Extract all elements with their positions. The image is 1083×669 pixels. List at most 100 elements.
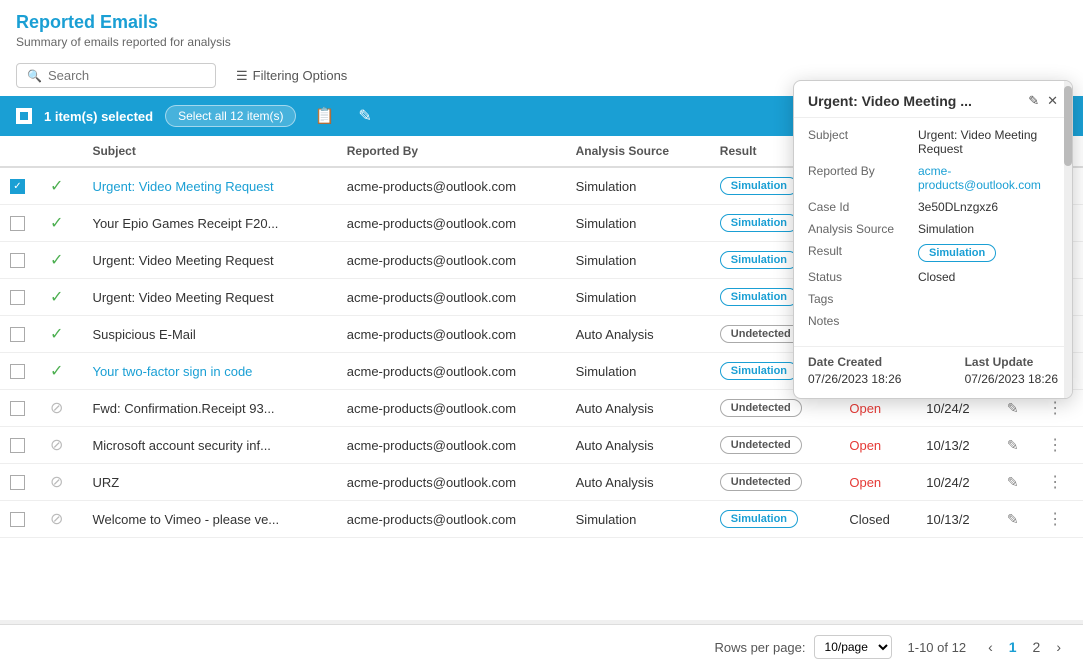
detail-case-id-label: Case Id (808, 200, 918, 214)
status-text: Open (849, 438, 881, 453)
prev-page-button[interactable]: ‹ (982, 637, 999, 657)
row-checkbox-cell[interactable] (0, 427, 40, 464)
row-checkbox[interactable] (10, 438, 25, 453)
row-checkbox-cell[interactable] (0, 353, 40, 390)
row-edit-icon[interactable]: ✎ (1007, 474, 1019, 490)
row-verified-cell: ⊘ (40, 390, 82, 427)
row-checkbox[interactable] (10, 327, 25, 342)
row-checkbox-cell[interactable] (0, 390, 40, 427)
detail-tags-label: Tags (808, 292, 918, 306)
detail-edit-icon[interactable]: ✎ (1028, 93, 1039, 109)
row-source-cell: Simulation (566, 279, 710, 316)
row-checkbox[interactable] (10, 364, 25, 379)
copy-icon[interactable]: 📋 (308, 104, 340, 128)
row-checkbox-cell[interactable] (0, 316, 40, 353)
table-row: ⊘Microsoft account security inf...acme-p… (0, 427, 1083, 464)
row-reported-by-cell: acme-products@outlook.com (337, 316, 566, 353)
verified-checkmark-icon: ✓ (50, 363, 63, 380)
row-checkbox-cell[interactable] (0, 464, 40, 501)
row-source-cell: Simulation (566, 167, 710, 205)
row-source-cell: Auto Analysis (566, 390, 710, 427)
row-source-cell: Auto Analysis (566, 464, 710, 501)
unverified-icon: ⊘ (50, 511, 63, 528)
status-text: Open (849, 475, 881, 490)
subject-link[interactable]: Urgent: Video Meeting Request (92, 179, 273, 194)
rows-per-page-select[interactable]: 10/page 25/page 50/page (814, 635, 892, 659)
verified-checkmark-icon: ✓ (50, 252, 63, 269)
row-result-cell: Simulation (710, 501, 840, 538)
row-verified-cell: ✓ (40, 316, 82, 353)
unverified-icon: ⊘ (50, 400, 63, 417)
row-subject-cell[interactable]: Urgent: Video Meeting Request (82, 167, 336, 205)
row-reported-by-cell: acme-products@outlook.com (337, 279, 566, 316)
search-box[interactable]: 🔍 (16, 63, 216, 88)
detail-scrollbar-thumb[interactable] (1064, 86, 1072, 166)
subject-link[interactable]: Your two-factor sign in code (92, 364, 252, 379)
result-badge: Undetected (720, 325, 802, 343)
row-more-icon[interactable]: ⋮ (1047, 511, 1063, 528)
detail-date-created-value: 07/26/2023 18:26 (808, 372, 901, 386)
filter-button[interactable]: ☰ Filtering Options (228, 64, 355, 88)
row-subject-cell[interactable]: Your two-factor sign in code (82, 353, 336, 390)
detail-dates: Date Created 07/26/2023 18:26 Last Updat… (808, 355, 1058, 386)
filter-icon: ☰ (236, 68, 248, 84)
row-checkbox-cell[interactable] (0, 279, 40, 316)
row-checkbox[interactable] (10, 475, 25, 490)
row-more-icon[interactable]: ⋮ (1047, 474, 1063, 491)
row-edit-icon[interactable]: ✎ (1007, 437, 1019, 453)
row-edit-cell[interactable]: ✎ (997, 427, 1037, 464)
row-status-cell: Open (839, 427, 916, 464)
select-all-button[interactable]: Select all 12 item(s) (165, 105, 296, 127)
row-reported-by-cell: acme-products@outlook.com (337, 242, 566, 279)
row-verified-cell: ✓ (40, 353, 82, 390)
row-checkbox[interactable] (10, 290, 25, 305)
row-edit-icon[interactable]: ✎ (1007, 400, 1019, 416)
detail-subject-row: Subject Urgent: Video Meeting Request (808, 128, 1058, 156)
select-all-checkbox[interactable] (16, 108, 32, 124)
detail-last-update-value: 07/26/2023 18:26 (965, 372, 1058, 386)
row-checkbox-cell[interactable] (0, 501, 40, 538)
row-checkbox[interactable] (10, 512, 25, 527)
row-reported-by-cell: acme-products@outlook.com (337, 205, 566, 242)
detail-status-row: Status Closed (808, 270, 1058, 284)
row-reported-by-cell: acme-products@outlook.com (337, 353, 566, 390)
unverified-icon: ⊘ (50, 437, 63, 454)
row-checkbox[interactable] (10, 401, 25, 416)
detail-scrollbar[interactable] (1064, 81, 1072, 398)
row-date-cell: 10/13/2 (916, 501, 997, 538)
row-source-cell: Simulation (566, 242, 710, 279)
next-page-button[interactable]: › (1050, 637, 1067, 657)
row-more-icon[interactable]: ⋮ (1047, 400, 1063, 417)
detail-result-row: Result Simulation (808, 244, 1058, 262)
row-edit-cell[interactable]: ✎ (997, 464, 1037, 501)
row-checkbox-cell[interactable]: ✓ (0, 167, 40, 205)
detail-status-value: Closed (918, 270, 1058, 284)
row-more-cell[interactable]: ⋮ (1037, 427, 1083, 464)
row-edit-icon[interactable]: ✎ (1007, 511, 1019, 527)
col-checkbox (0, 136, 40, 167)
row-more-cell[interactable]: ⋮ (1037, 464, 1083, 501)
row-subject-cell: Fwd: Confirmation.Receipt 93... (82, 390, 336, 427)
row-edit-cell[interactable]: ✎ (997, 501, 1037, 538)
page-2-button[interactable]: 2 (1027, 637, 1047, 657)
detail-close-icon[interactable]: ✕ (1047, 93, 1058, 109)
row-checkbox-cell[interactable] (0, 205, 40, 242)
row-more-cell[interactable]: ⋮ (1037, 501, 1083, 538)
row-more-icon[interactable]: ⋮ (1047, 437, 1063, 454)
detail-footer: Date Created 07/26/2023 18:26 Last Updat… (794, 346, 1072, 398)
row-source-cell: Simulation (566, 205, 710, 242)
result-badge: Simulation (720, 288, 798, 306)
row-verified-cell: ✓ (40, 279, 82, 316)
result-badge: Undetected (720, 436, 802, 454)
row-checkbox[interactable] (10, 253, 25, 268)
detail-analysis-source-row: Analysis Source Simulation (808, 222, 1058, 236)
row-checkbox[interactable] (10, 216, 25, 231)
row-checkbox[interactable]: ✓ (10, 179, 25, 194)
page-1-button[interactable]: 1 (1003, 637, 1023, 657)
row-reported-by-cell: acme-products@outlook.com (337, 427, 566, 464)
row-checkbox-cell[interactable] (0, 242, 40, 279)
search-input[interactable] (48, 68, 208, 83)
unverified-icon: ⊘ (50, 474, 63, 491)
col-subject: Subject (82, 136, 336, 167)
edit-selected-icon[interactable]: ✎ (352, 104, 377, 128)
